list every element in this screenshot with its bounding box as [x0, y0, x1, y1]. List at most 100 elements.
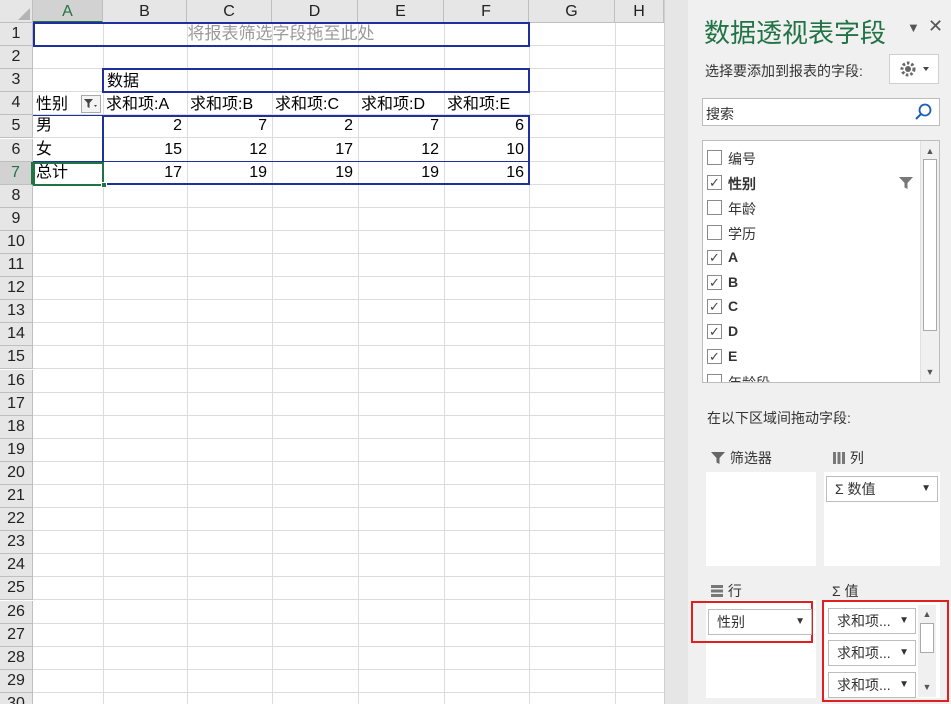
data-header-cell[interactable]: 数据 [104, 70, 204, 93]
value-cell[interactable]: 10 [444, 138, 529, 161]
row-header-14[interactable]: 14 [0, 323, 33, 346]
field-checkbox[interactable] [707, 224, 722, 240]
row-header-24[interactable]: 24 [0, 554, 33, 577]
row-header-30[interactable]: 30 [0, 693, 33, 704]
row-label-cell[interactable]: 女 [33, 138, 101, 161]
row-label-cell[interactable]: 男 [33, 114, 101, 137]
row-header-21[interactable]: 21 [0, 485, 33, 508]
row-header-10[interactable]: 10 [0, 231, 33, 254]
search-input[interactable]: 搜索 [702, 98, 940, 126]
field-checkbox[interactable]: ✓ [707, 349, 722, 365]
field-item[interactable]: 编号 [703, 146, 918, 171]
value-cell[interactable]: 19 [272, 161, 358, 184]
row-header-4[interactable]: 4 [0, 92, 33, 115]
field-item[interactable]: ✓ B [703, 271, 918, 296]
close-icon[interactable]: ✕ [928, 16, 943, 37]
row-header-19[interactable]: 19 [0, 439, 33, 462]
spreadsheet-grid[interactable]: ABCDEFGH 1 2 3 4 5 6 7 8 9 10 11 12 13 14 15 16 17 18 19 20… [0, 0, 664, 704]
row-header-18[interactable]: 18 [0, 416, 33, 439]
row-header-5[interactable]: 5 [0, 115, 33, 138]
column-header-c[interactable]: C [187, 0, 272, 23]
field-item[interactable]: 年龄段 [703, 370, 918, 382]
row-header-16[interactable]: 16 [0, 370, 33, 393]
row-header-1[interactable]: 1 [0, 23, 33, 46]
chevron-down-icon[interactable]: ▼ [907, 20, 920, 35]
row-header-29[interactable]: 29 [0, 670, 33, 693]
value-header-cell[interactable]: 求和项:E [444, 93, 529, 116]
value-cell[interactable]: 12 [187, 138, 272, 161]
row-header-26[interactable]: 26 [0, 601, 33, 624]
field-checkbox[interactable]: ✓ [707, 249, 722, 265]
chevron-down-icon[interactable]: ▼ [795, 610, 805, 634]
row-header-20[interactable]: 20 [0, 462, 33, 485]
fill-handle[interactable] [101, 182, 107, 188]
value-cell[interactable]: 7 [187, 114, 272, 137]
row-header-2[interactable]: 2 [0, 46, 33, 69]
row-label-header-cell[interactable]: 性别 [33, 93, 83, 116]
scroll-thumb[interactable] [923, 159, 937, 331]
row-header-27[interactable]: 27 [0, 624, 33, 647]
value-cell[interactable]: 15 [103, 138, 187, 161]
column-header-f[interactable]: F [444, 0, 529, 23]
column-header-b[interactable]: B [103, 0, 187, 23]
field-checkbox[interactable] [707, 374, 722, 382]
field-item[interactable]: 学历 [703, 221, 918, 246]
field-checkbox[interactable]: ✓ [707, 174, 722, 190]
field-checkbox[interactable]: ✓ [707, 274, 722, 290]
column-header-h[interactable]: H [615, 0, 664, 23]
value-header-cell[interactable]: 求和项:B [187, 93, 272, 116]
row-header-11[interactable]: 11 [0, 254, 33, 277]
field-item[interactable]: ✓ E [703, 345, 918, 370]
search-icon[interactable] [914, 102, 934, 122]
field-list-options-button[interactable] [889, 54, 939, 84]
row-header-17[interactable]: 17 [0, 393, 33, 416]
value-cell[interactable]: 2 [103, 114, 187, 137]
row-header-22[interactable]: 22 [0, 508, 33, 531]
value-cell[interactable]: 7 [358, 114, 444, 137]
row-header-7[interactable]: 7 [0, 162, 33, 185]
rows-pill-gender[interactable]: 性别 ▼ [708, 609, 812, 635]
value-header-cell[interactable]: 求和项:C [272, 93, 358, 116]
field-item[interactable]: ✓ A [703, 246, 918, 271]
value-header-cell[interactable]: 求和项:D [358, 93, 444, 116]
scroll-down-icon[interactable]: ▼ [921, 364, 939, 380]
field-checkbox[interactable]: ✓ [707, 324, 722, 340]
field-item[interactable]: ✓ C [703, 295, 918, 320]
value-cell[interactable]: 19 [187, 161, 272, 184]
value-cell[interactable]: 19 [358, 161, 444, 184]
value-cell[interactable]: 12 [358, 138, 444, 161]
columns-pill-values[interactable]: Σ 数值 ▼ [826, 476, 938, 502]
chevron-down-icon[interactable]: ▼ [921, 477, 931, 501]
field-checkbox[interactable]: ✓ [707, 299, 722, 315]
value-cell[interactable]: 2 [272, 114, 358, 137]
row-header-13[interactable]: 13 [0, 300, 33, 323]
column-header-g[interactable]: G [529, 0, 615, 23]
row-header-23[interactable]: 23 [0, 531, 33, 554]
row-header-6[interactable]: 6 [0, 139, 33, 162]
field-checkbox[interactable] [707, 150, 722, 165]
row-header-12[interactable]: 12 [0, 277, 33, 300]
column-header-e[interactable]: E [358, 0, 444, 23]
field-item[interactable]: ✓ D [703, 320, 918, 345]
value-cell[interactable]: 17 [272, 138, 358, 161]
field-list[interactable]: 编号✓性别年龄学历✓A✓B✓C✓D✓E年龄段 ▲ ▼ [702, 140, 940, 383]
row-header-9[interactable]: 9 [0, 208, 33, 231]
field-item[interactable]: ✓ 性别 [703, 171, 918, 196]
row-header-28[interactable]: 28 [0, 647, 33, 670]
value-header-cell[interactable]: 求和项:A [103, 93, 187, 116]
select-all-corner[interactable] [0, 0, 33, 23]
value-cell[interactable]: 16 [444, 161, 529, 184]
row-header-15[interactable]: 15 [0, 346, 33, 369]
scroll-up-icon[interactable]: ▲ [921, 143, 939, 159]
row-header-3[interactable]: 3 [0, 69, 33, 92]
filters-drop-area[interactable] [706, 472, 816, 566]
column-header-d[interactable]: D [272, 0, 358, 23]
field-checkbox[interactable] [707, 199, 722, 215]
field-item[interactable]: 年龄 [703, 196, 918, 221]
row-header-25[interactable]: 25 [0, 577, 33, 600]
column-header-a[interactable]: A [33, 0, 103, 23]
row-label-filter-button[interactable] [81, 95, 101, 113]
field-list-scrollbar[interactable]: ▲ ▼ [920, 141, 939, 382]
value-cell[interactable]: 17 [103, 161, 187, 184]
value-cell[interactable]: 6 [444, 114, 529, 137]
